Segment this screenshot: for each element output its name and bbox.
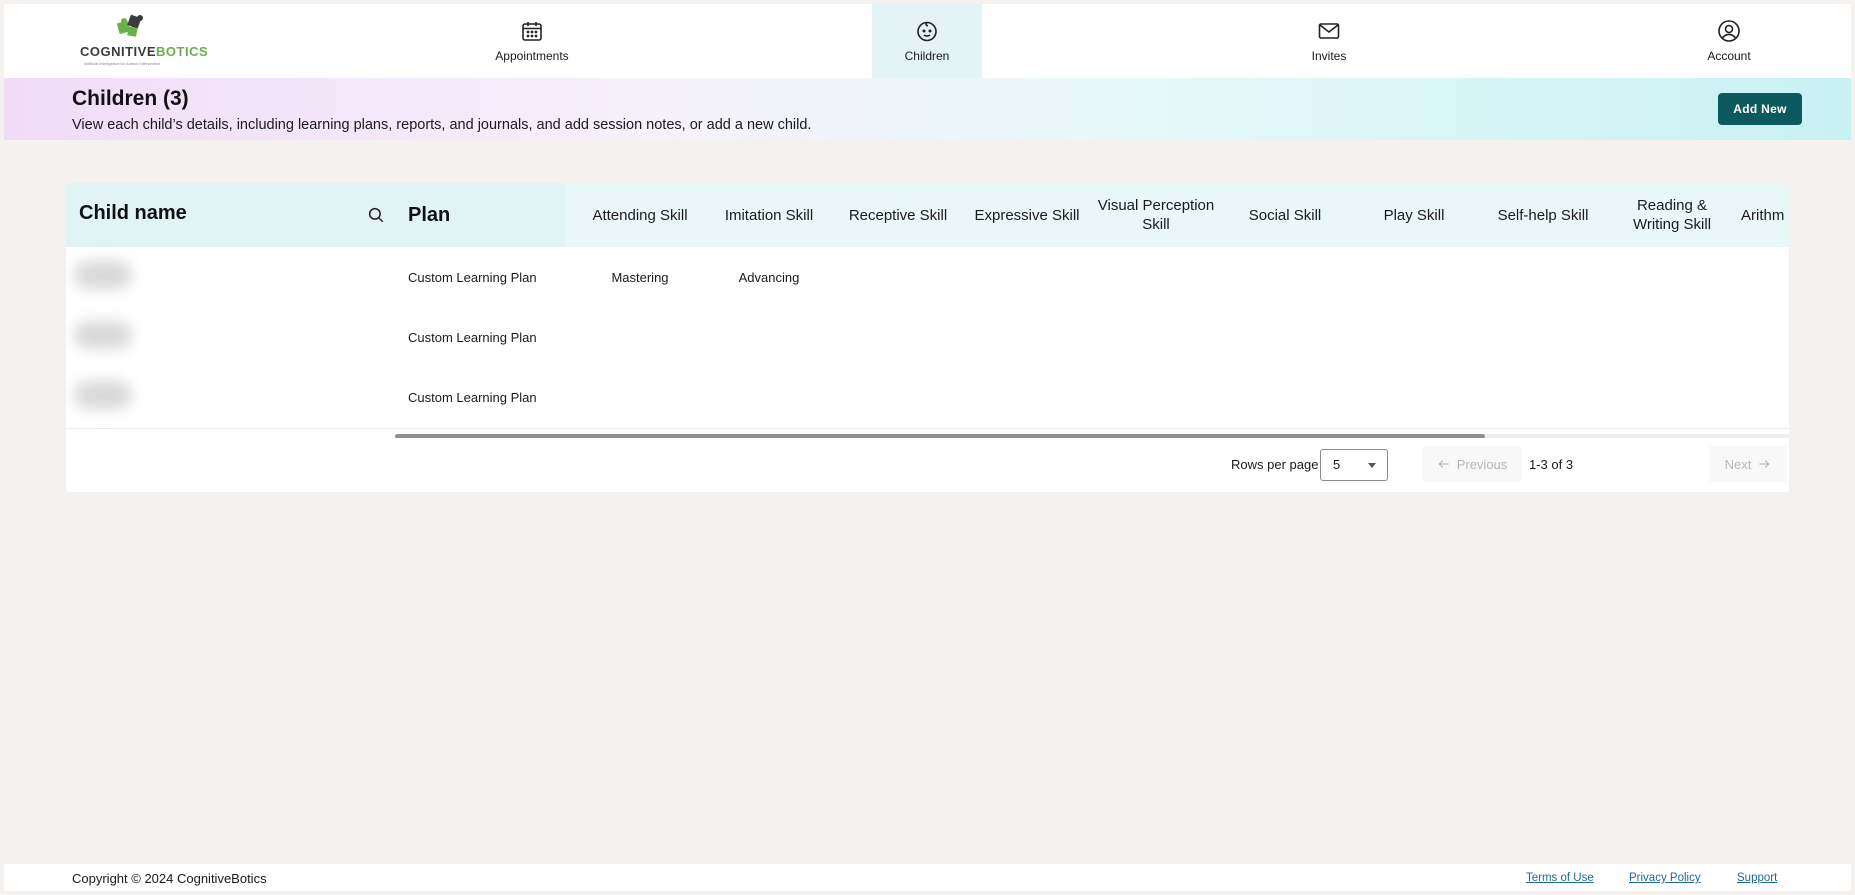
brand-tagline: Artificial Intelligence for Autism Inter… [84, 61, 161, 66]
nav-appointments-label: Appointments [495, 49, 569, 63]
page-description: View each child’s details, including lea… [72, 117, 812, 133]
redacted-name [74, 321, 132, 349]
table-header-row: Plan Attending Skill Imitation Skill Rec… [395, 183, 1789, 247]
column-header-arithmetic: Arithm [1741, 206, 1785, 224]
table-row[interactable]: Custom Learning Plan [395, 307, 1789, 367]
page-title: Children (3) [72, 87, 189, 110]
nav-children[interactable]: Children [872, 4, 982, 78]
column-header-reading-writing: Reading & Writing Skill [1632, 197, 1712, 233]
nav-account-label: Account [1707, 49, 1751, 63]
attending-cell: Mastering [611, 269, 669, 285]
imitation-cell: Advancing [738, 269, 800, 285]
column-header-expressive: Expressive Skill [974, 206, 1080, 224]
next-label: Next [1724, 456, 1752, 472]
support-link[interactable]: Support [1737, 872, 1777, 884]
table-row[interactable]: Custom Learning Plan [395, 367, 1789, 427]
column-header-imitation: Imitation Skill [724, 206, 814, 224]
previous-page-button[interactable]: Previous [1422, 446, 1522, 482]
column-header-self-help: Self-help Skill [1497, 206, 1589, 224]
rows-per-page-select[interactable]: 5 [1320, 449, 1388, 481]
search-icon[interactable] [367, 206, 385, 224]
privacy-link[interactable]: Privacy Policy [1629, 872, 1701, 884]
table-row[interactable]: Custom Learning Plan Mastering Advancing [395, 247, 1789, 307]
envelope-icon [1318, 23, 1340, 39]
calendar-icon [522, 22, 542, 41]
nav-invites-label: Invites [1311, 49, 1347, 63]
nav-account[interactable]: Account [1634, 4, 1824, 78]
child-name-row[interactable] [66, 247, 395, 307]
arrow-left-icon [1438, 460, 1449, 468]
child-name-row[interactable] [66, 367, 395, 427]
column-header-attending: Attending Skill [592, 206, 688, 224]
page-range: 1-3 of 3 [1529, 457, 1574, 472]
top-nav: COGNITIVEBOTICS Artificial Intelligence … [4, 4, 1851, 78]
brand-wordmark: COGNITIVEBOTICS [80, 44, 209, 59]
rows-per-page-label: Rows per page [1231, 457, 1319, 472]
brand-logo[interactable]: COGNITIVEBOTICS Artificial Intelligence … [80, 12, 208, 70]
child-name-header-label: Child name [79, 202, 187, 224]
nav-appointments[interactable]: Appointments [437, 4, 627, 78]
column-header-social: Social Skill [1248, 206, 1322, 224]
redacted-name [74, 381, 132, 409]
user-circle-icon [1718, 20, 1740, 42]
row-divider [395, 428, 1789, 429]
child-name-row[interactable] [66, 307, 395, 367]
plan-cell: Custom Learning Plan [408, 329, 537, 345]
scrollbar-thumb[interactable] [395, 434, 1485, 438]
terms-link[interactable]: Terms of Use [1526, 872, 1594, 884]
children-table: Child name Plan Attending Skill Imitatio… [66, 183, 1789, 492]
column-header-play: Play Skill [1383, 206, 1445, 224]
column-header-visual-perception: Visual Perception Skill [1097, 197, 1215, 233]
page-header: Children (3) View each child’s details, … [4, 78, 1851, 140]
pagination: Rows per page 5 Previous 1-3 of 3 Next [1189, 440, 1789, 492]
plan-cell: Custom Learning Plan [408, 269, 537, 285]
plan-cell: Custom Learning Plan [408, 389, 537, 405]
table-scroll-area[interactable]: Plan Attending Skill Imitation Skill Rec… [395, 183, 1789, 438]
next-page-button[interactable]: Next [1709, 446, 1787, 482]
app-frame: COGNITIVEBOTICS Artificial Intelligence … [4, 4, 1851, 891]
nav-invites[interactable]: Invites [1234, 4, 1424, 78]
child-face-icon [917, 21, 937, 42]
caret-down-icon [1368, 463, 1376, 468]
add-new-button[interactable]: Add New [1718, 93, 1802, 125]
nav-children-label: Children [904, 49, 950, 63]
copyright: Copyright © 2024 CognitiveBotics [72, 871, 267, 886]
redacted-name [74, 261, 132, 289]
footer: Copyright © 2024 CognitiveBotics Terms o… [4, 864, 1851, 891]
previous-label: Previous [1456, 456, 1508, 472]
puzzle-logo-icon [116, 14, 143, 37]
child-name-column: Child name [66, 183, 395, 429]
column-header-receptive: Receptive Skill [848, 206, 948, 224]
column-header-plan: Plan [408, 203, 451, 226]
horizontal-scrollbar[interactable] [395, 434, 1789, 438]
rows-per-page-value: 5 [1333, 457, 1341, 472]
arrow-right-icon [1759, 460, 1770, 468]
child-name-header: Child name [66, 183, 395, 247]
